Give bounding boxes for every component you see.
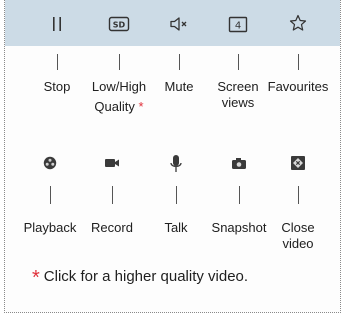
playback-label: Playback [23,220,77,235]
callout-line [50,186,51,204]
favourites-control[interactable]: Favourites [263,0,333,120]
close-video-control[interactable]: Close video [263,150,333,251]
close-video-label: Close video [281,220,315,251]
svg-text:SD: SD [113,20,126,29]
microphone-icon[interactable] [168,153,184,175]
callout-line [238,54,239,70]
callout-line [298,186,299,204]
talk-control[interactable]: Talk [141,150,211,250]
star-icon[interactable] [287,13,309,33]
playback-icon[interactable] [42,155,58,171]
record-icon[interactable] [103,156,121,170]
talk-label: Talk [164,220,188,235]
quality-footnote: * Click for a higher quality video. [32,267,248,290]
callout-line [239,186,240,204]
favourites-label: Favourites [267,79,329,94]
footnote-text: Click for a higher quality video. [43,268,249,285]
footnote-asterisk: * [32,267,40,289]
stop-label: Stop [43,79,71,94]
callout-line [298,54,299,70]
close-video-icon[interactable] [289,154,307,172]
sd-icon[interactable]: SD [107,14,131,34]
stop-control[interactable]: Stop [22,0,92,120]
pause-icon[interactable] [47,15,67,33]
callout-line [112,186,113,204]
playback-control[interactable]: Playback [15,150,85,250]
callout-line [57,54,58,70]
snapshot-icon[interactable] [230,155,248,171]
quality-asterisk: * [138,99,144,114]
record-control[interactable]: Record [77,150,147,250]
svg-text:4: 4 [235,20,241,31]
callout-line [179,54,180,70]
callout-line [119,54,120,70]
screen-views-icon[interactable]: 4 [227,14,249,34]
record-label: Record [91,220,133,235]
mute-icon[interactable] [168,14,190,34]
callout-line [176,186,177,204]
